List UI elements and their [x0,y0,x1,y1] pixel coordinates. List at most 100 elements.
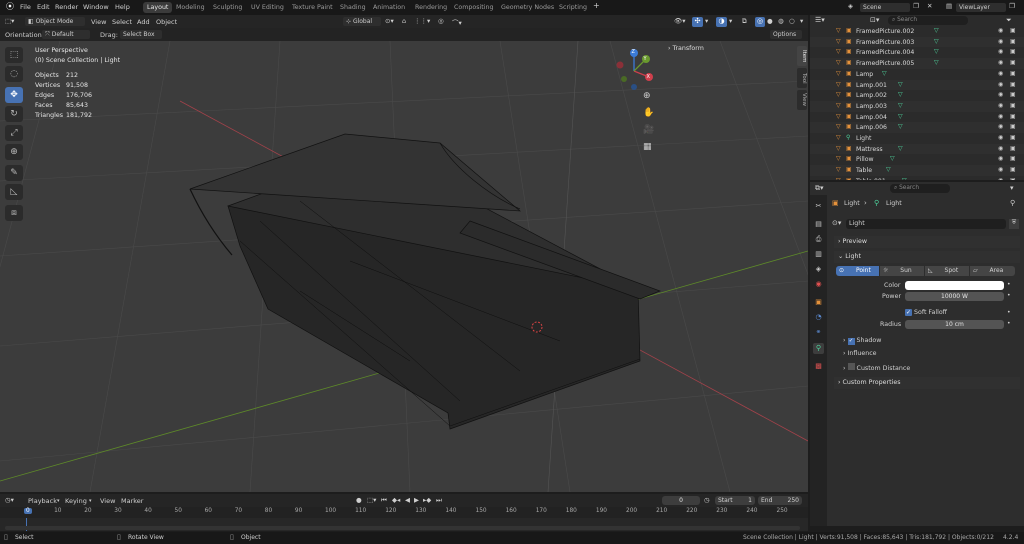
pin-icon[interactable]: ⚲ [1010,199,1015,207]
select-box-tool-icon[interactable]: ⬚ [5,47,23,63]
outliner-row[interactable]: ▽ ▣ Lamp.004 ▽ ◉ ▣ [810,111,1024,123]
outliner-row[interactable]: ▽ ▣ Lamp.003 ▽ ◉ ▣ [810,100,1024,112]
visibility-eye-icon[interactable]: ◉ [998,166,1003,173]
render-camera-icon[interactable]: ▣ [1010,113,1016,120]
render-camera-icon[interactable]: ▣ [1010,91,1016,98]
constraints-tab-icon[interactable]: ⚭ [813,327,824,338]
render-camera-icon[interactable]: ▣ [1010,38,1016,45]
tab-tool[interactable]: Tool [797,68,807,88]
menu-keying[interactable]: Keying [65,497,87,505]
transform-panel-header[interactable]: › Transform [668,45,704,52]
falloff-icon[interactable]: ⌒▾ [452,17,462,27]
outliner-editor-icon[interactable]: ☰▾ [815,16,825,24]
tab-uv-editing[interactable]: UV Editing [247,3,288,12]
navigation-gizmo[interactable]: Z X Y [612,49,656,93]
cursor-tool-icon[interactable]: ◌ [5,66,23,82]
render-camera-icon[interactable]: ▣ [1010,166,1016,173]
viewport-canvas[interactable] [0,41,808,492]
keyframe-dot-icon[interactable]: • [1007,292,1011,299]
clock-icon[interactable]: ◷ [704,496,710,504]
render-camera-icon[interactable]: ▣ [1010,59,1016,66]
timeline-ruler[interactable]: 0 10 20 30 40 50 60 70 80 90 100 110 120 130 140 150 160… [0,507,808,518]
soft-falloff-checkbox[interactable]: ✓ [905,309,912,316]
filter-display-icon[interactable]: ⊡▾ [870,16,879,24]
orientation-dropdown[interactable]: ⤧ Default [42,30,90,39]
tool-tab-icon[interactable]: ✂ [813,201,824,212]
outliner-row[interactable]: ▽ ⚲ Light ◉ ▣ [810,133,1024,144]
light-type-sun[interactable]: ☼ Sun [880,266,924,276]
outliner-row[interactable]: ▽ ▣ Lamp.001 ▽ ◉ ▣ [810,79,1024,91]
play-reverse-icon[interactable]: ◀ [405,496,410,504]
visibility-eye-icon[interactable]: ◉ [998,38,1003,45]
tab-texture-paint[interactable]: Texture Paint [288,3,337,12]
copy-icon[interactable]: ❐ [913,2,919,10]
filter-icon[interactable]: ⏷ [1006,16,1012,25]
scene-tab-icon[interactable]: ◈ [813,264,824,275]
custom-properties-header[interactable]: › Custom Properties [834,377,1020,389]
shading-dropdown-icon[interactable]: ▾ [800,17,803,25]
outliner-row[interactable]: ▽ ▣ FramedPicture.003 ▽ ◉ ▣ [810,36,1024,48]
render-camera-icon[interactable]: ▣ [1010,123,1016,130]
overlay-dropdown-icon[interactable]: ▾ [729,17,732,25]
properties-search-input[interactable]: ⌕ Search [890,184,950,193]
prev-key-icon[interactable]: ◆◂ [392,496,400,504]
view-layer-selector[interactable]: ViewLayer [956,3,1006,12]
render-camera-icon[interactable]: ▣ [1010,27,1016,34]
visibility-eye-icon[interactable]: ◉ [998,113,1003,120]
timeline-track[interactable] [0,518,808,531]
transform-orientation[interactable]: ⊹ Global [343,17,381,26]
light-type-spot[interactable]: ◺ Spot [925,266,969,276]
mode-selector[interactable]: ◧ Object Mode [25,17,85,26]
outliner-row[interactable]: ▽ ▣ Pillow ▽ ◉ ▣ [810,154,1024,166]
color-swatch[interactable] [905,281,1004,290]
render-camera-icon[interactable]: ▣ [1010,177,1016,180]
texture-tab-icon[interactable]: ▩ [813,361,824,372]
visibility-eye-icon[interactable]: ◉ [998,155,1003,162]
timeline-editor-icon[interactable]: ◷▾ [5,496,14,504]
influence-subsection[interactable]: › Influence [843,350,877,357]
snap-icon[interactable]: ⌂ [402,17,406,25]
measure-tool-icon[interactable]: ◺ [5,184,23,200]
object-tab-icon[interactable]: ▣ [813,297,824,308]
datablock-browse-icon[interactable]: ⊙▾ [832,219,841,227]
proportional-edit-icon[interactable]: ◎ [438,17,444,25]
material-shading-icon[interactable]: ◍ [778,17,784,25]
transform-tool-icon[interactable]: ⊕ [5,144,23,160]
render-camera-icon[interactable]: ▣ [1010,155,1016,162]
visibility-eye-icon[interactable]: ◉ [998,134,1003,141]
visibility-eye-icon[interactable]: ◉ [998,145,1003,152]
next-key-icon[interactable]: ▸◆ [423,496,431,504]
outliner-row[interactable]: ▽ ▣ FramedPicture.004 ▽ ◉ ▣ [810,47,1024,59]
output-tab-icon[interactable]: ⎙ [813,234,824,245]
autokey-icon[interactable]: ⬚▾ [367,496,376,504]
move-tool-icon[interactable]: ✥ [5,87,23,103]
power-field[interactable]: 10000 W [905,292,1004,301]
wireframe-shading-icon[interactable]: ◎ [755,17,765,27]
visibility-eye-icon[interactable]: ◉ [998,102,1003,109]
perspective-toggle-icon[interactable]: ▦ [643,142,652,152]
end-frame-field[interactable]: End 250 [758,496,802,505]
tab-geometry-nodes[interactable]: Geometry Nodes [497,3,558,12]
jump-start-icon[interactable]: ⏮ [381,496,387,505]
jump-end-icon[interactable]: ⏭ [436,496,442,505]
outliner-row[interactable]: ▽ ▣ Table ▽ ◉ ▣ [810,165,1024,176]
visibility-eye-icon[interactable]: ◉ [998,81,1003,88]
light-type-point[interactable]: ⊙ Point [836,266,879,276]
light-data-tab-icon[interactable]: ⚲ [813,343,824,354]
rotate-tool-icon[interactable]: ↻ [5,106,23,122]
camera-view-icon[interactable]: 🎥 [643,125,654,135]
rendered-shading-icon[interactable]: ○ [789,17,795,25]
outliner-search-input[interactable]: ⌕ Search [888,16,968,25]
preview-section-header[interactable]: › Preview [834,236,1020,248]
add-cube-tool-icon[interactable]: ⧈ [5,205,23,221]
add-workspace-button[interactable]: + [593,1,600,10]
menu-help[interactable]: Help [115,3,130,11]
render-camera-icon[interactable]: ▣ [1010,134,1016,141]
datablock-name-field[interactable]: Light [846,219,1006,229]
outliner-row[interactable]: ▽ ▣ FramedPicture.002 ▽ ◉ ▣ [810,26,1024,37]
tab-compositing[interactable]: Compositing [450,3,497,12]
world-tab-icon[interactable]: ◉ [813,279,824,290]
outliner-row[interactable]: ▽ ▣ Table.001 ▽ ◉ ▣ [810,175,1024,180]
menu-select[interactable]: Select [112,18,132,26]
visibility-eye-icon[interactable]: ◉ [998,123,1003,130]
